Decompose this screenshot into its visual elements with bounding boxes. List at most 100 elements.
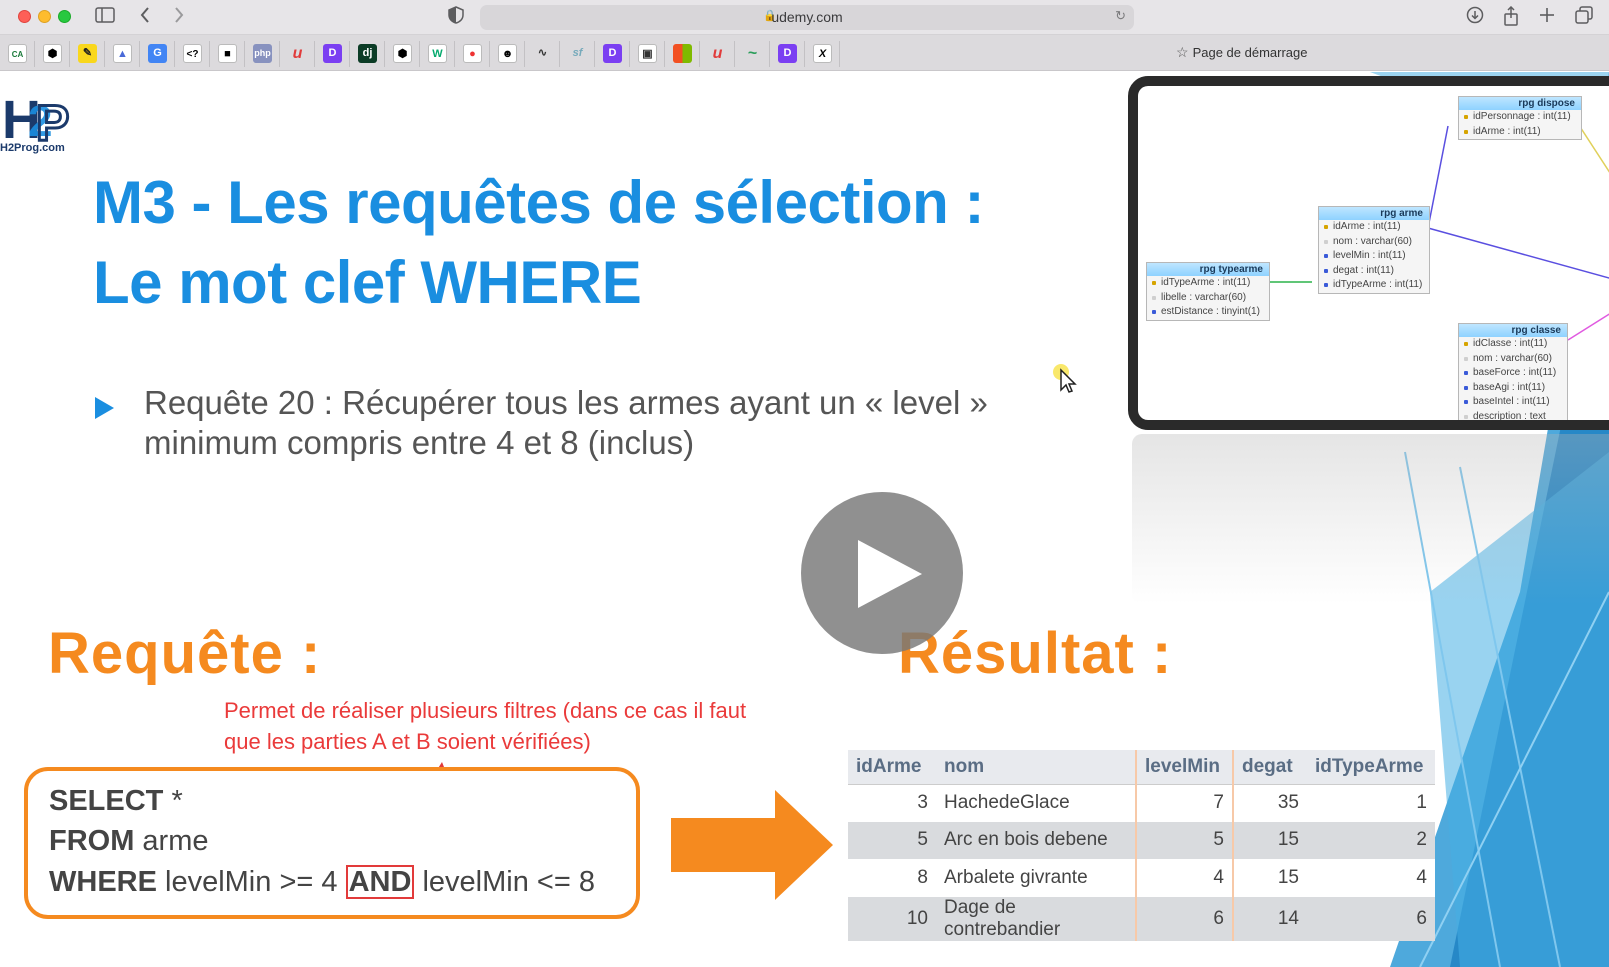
fav-building-icon[interactable]: ■ (218, 44, 237, 63)
new-tab-icon[interactable] (1535, 6, 1559, 28)
reload-icon[interactable]: ↻ (1115, 8, 1126, 24)
cell-idtypearme: 2 (1307, 821, 1435, 859)
divider (174, 41, 175, 67)
address-bar[interactable]: 🔒 udemy.com ↻ (480, 5, 1134, 30)
tab-overview-icon[interactable] (1572, 6, 1596, 29)
fav-pulse-icon[interactable]: ∿ (533, 44, 552, 63)
forward-icon[interactable] (167, 6, 191, 29)
fav-record-icon[interactable]: ● (463, 44, 482, 63)
schema-table-typearme: rpg typearme idTypeArme : int(11) libell… (1146, 262, 1270, 321)
column-header: idTypeArme (1307, 750, 1435, 785)
downloads-icon[interactable] (1463, 6, 1487, 29)
cell-idtypearme: 4 (1416, 866, 1427, 888)
sidebar-toggle-icon[interactable] (93, 6, 117, 28)
fav-credit-agricole-icon[interactable]: CA (8, 44, 27, 63)
fav-codepen-icon[interactable]: ⬢ (43, 44, 62, 63)
screen-reflection (1132, 434, 1609, 604)
divider (734, 41, 735, 67)
zoom-window-button[interactable] (58, 10, 71, 23)
start-page-label: Page de démarrage (1192, 45, 1308, 60)
fav-alien-icon[interactable]: ☻ (498, 44, 517, 63)
divider (629, 41, 630, 67)
table-row: 8 Arbalete givrante 4 15 4 (848, 859, 1435, 897)
sql-line-from: FROM arme (49, 825, 209, 858)
divider (279, 41, 280, 67)
minimize-window-button[interactable] (38, 10, 51, 23)
divider (34, 41, 35, 67)
divider (419, 41, 420, 67)
cell-idarme: 8 (917, 866, 928, 888)
fav-django-icon[interactable]: dj (358, 44, 377, 63)
table-header-row: idArme nom levelMin degat idTypeArme (848, 750, 1435, 785)
close-window-button[interactable] (18, 10, 31, 23)
cell-degat: 14 (1233, 896, 1307, 941)
schema-table-dispose: rpg dispose idPersonnage : int(11) idArm… (1458, 96, 1582, 140)
schema-field: idTypeArme : int(11) (1147, 276, 1269, 291)
fav-x-icon[interactable]: X (813, 44, 832, 63)
mouse-cursor-icon (1053, 364, 1077, 393)
schema-field: levelMin : int(11) (1319, 249, 1429, 264)
favorites-bar: CA ⬢ ✎ ▲ G <? ■ php u D dj ⬢ W ● ☻ ∿ sf … (0, 35, 1609, 71)
fav-d-icon[interactable]: D (603, 44, 622, 63)
fav-d-icon[interactable]: D (778, 44, 797, 63)
divider (839, 41, 840, 67)
start-page-link[interactable]: ☆ Page de démarrage (1176, 44, 1307, 61)
result-arrow-icon (671, 790, 833, 900)
cell-nom: Dage de contrebandier (936, 896, 1136, 941)
cell-levelmin: 7 (1135, 784, 1234, 822)
fav-university-icon[interactable]: ▲ (113, 44, 132, 63)
fav-php-icon[interactable]: php (253, 44, 272, 63)
sql-keyword-select: SELECT (49, 785, 164, 817)
fav-codepen-icon[interactable]: ⬢ (393, 44, 412, 63)
fav-udemy-icon[interactable]: u (708, 44, 727, 63)
request-description-cont: minimum compris entre 4 et 8 (inclus) (144, 424, 695, 461)
divider (69, 41, 70, 67)
schema-table-title: rpg arme (1319, 207, 1429, 220)
sql-from-rest: arme (134, 825, 209, 857)
fav-d-icon[interactable]: D (323, 44, 342, 63)
cell-idarme: 3 (917, 792, 928, 813)
fav-pencil-icon[interactable]: ✎ (78, 44, 97, 63)
divider (209, 41, 210, 67)
divider (804, 41, 805, 67)
cell-idtypearme: 1 (1416, 792, 1427, 813)
fav-box-icon[interactable]: ▣ (638, 44, 657, 63)
divider (594, 41, 595, 67)
back-icon[interactable] (133, 6, 157, 29)
and-explanation: Permet de réaliser plusieurs filtres (da… (224, 698, 747, 723)
schema-field: idPersonnage : int(11) (1459, 110, 1581, 125)
table-row: 10 Dage de contrebandier 6 14 6 (848, 896, 1435, 941)
sql-line-where: WHERE levelMin >= 4 AND levelMin <= 8 (49, 865, 595, 899)
cell-levelmin: 4 (1135, 859, 1234, 897)
fav-w3schools-icon[interactable]: W (428, 44, 447, 63)
schema-table-title: rpg classe (1459, 324, 1567, 337)
divider (664, 41, 665, 67)
privacy-shield-icon[interactable] (444, 6, 468, 29)
and-explanation-cont: que les parties A et B soient vérifiées) (224, 729, 591, 754)
column-header: nom (936, 750, 1136, 785)
slide-subtitle: Le mot clef WHERE (93, 249, 642, 316)
fav-udemy-icon[interactable]: u (288, 44, 307, 63)
fav-html-tag-icon[interactable]: <? (183, 44, 202, 63)
divider (699, 41, 700, 67)
sql-keyword-from: FROM (49, 825, 135, 857)
divider (349, 41, 350, 67)
fav-microsoft-icon[interactable] (673, 44, 692, 63)
schema-field: estDistance : tinyint(1) (1147, 305, 1269, 320)
slide-title: M3 - Les requêtes de sélection : (93, 169, 984, 236)
fav-google-translate-icon[interactable]: G (148, 44, 167, 63)
play-icon[interactable] (858, 540, 922, 608)
column-header: degat (1233, 750, 1307, 785)
divider (139, 41, 140, 67)
share-icon[interactable] (1499, 5, 1523, 31)
video-player[interactable]: H 2 P H2Prog.com M3 - Les requêtes de sé… (0, 72, 1609, 967)
schema-field: idClasse : int(11) (1459, 337, 1567, 352)
fav-symfony-icon[interactable]: sf (568, 44, 587, 63)
star-icon: ☆ (1176, 44, 1189, 60)
cell-nom: HachedeGlace (944, 792, 1070, 813)
cell-degat: 15 (1233, 821, 1307, 859)
schema-table-title: rpg dispose (1459, 97, 1581, 110)
divider (314, 41, 315, 67)
fav-wave-icon[interactable]: ~ (743, 44, 762, 63)
schema-field: libelle : varchar(60) (1147, 291, 1269, 306)
